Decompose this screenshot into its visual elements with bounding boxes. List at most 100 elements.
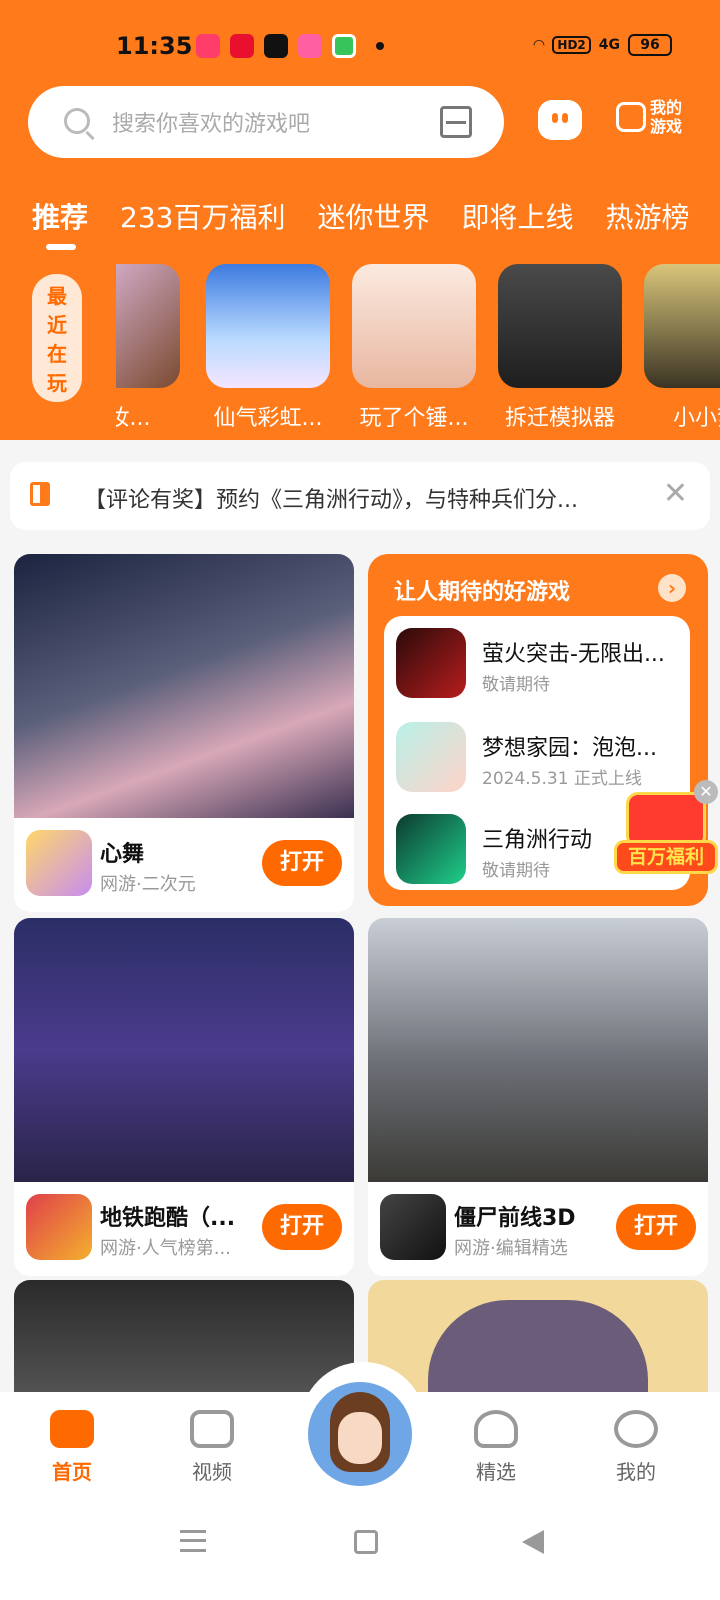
play-icon xyxy=(190,1410,234,1448)
wifi-icon: ◠ xyxy=(533,37,545,53)
gamepad-icon xyxy=(50,1410,94,1448)
signal-icon: 4G xyxy=(598,37,620,53)
game-title: 僵尸前线3D xyxy=(454,1206,576,1231)
game-card[interactable]: 僵尸前线3D 网游·编辑精选 打开 xyxy=(368,918,708,1276)
upcoming-name: 萤火突击-无限出... xyxy=(482,642,665,667)
game-subtitle: 网游·人气榜第... xyxy=(100,1238,231,1259)
game-cover-image xyxy=(368,918,708,1182)
game-card-partial[interactable] xyxy=(368,1280,708,1400)
bilibili-icon xyxy=(298,34,322,58)
welfare-label: 百万福利 xyxy=(614,840,718,874)
category-tabs: 推荐 233百万福利 迷你世界 即将上线 热游榜 xyxy=(32,196,690,250)
recent-item-name: 仙气彩虹... xyxy=(213,406,323,431)
my-games-button[interactable]: 我的游戏 xyxy=(616,98,686,136)
nav-video[interactable]: 视频 xyxy=(172,1410,252,1485)
upcoming-item[interactable]: 梦想家园：泡泡... 2024.5.31 正式上线 xyxy=(396,722,686,792)
open-button[interactable]: 打开 xyxy=(616,1204,696,1250)
chevron-right-icon[interactable]: › xyxy=(658,574,686,602)
tab-mini-world[interactable]: 迷你世界 xyxy=(317,196,429,236)
recent-played-label: 最近在玩 xyxy=(32,274,82,402)
hd-badge: HD2 xyxy=(552,36,591,54)
recent-item-name: 小小梦 xyxy=(672,406,720,431)
tab-welfare[interactable]: 233百万福利 xyxy=(120,196,285,236)
welfare-float-badge[interactable]: 百万福利 ✕ xyxy=(614,780,718,878)
smile-icon xyxy=(614,1410,658,1448)
open-button[interactable]: 打开 xyxy=(262,840,342,886)
my-games-label: 我的游戏 xyxy=(650,98,683,136)
status-time: 11:35 xyxy=(116,32,193,60)
battery-icon: 96 xyxy=(628,34,672,56)
header: 11:35 ◠ HD2 4G 96 搜索你喜欢的游戏吧 我的游戏 推荐 233百… xyxy=(0,0,720,440)
game-icon xyxy=(26,830,92,896)
status-right: ◠ HD2 4G 96 xyxy=(534,34,672,56)
scan-icon[interactable] xyxy=(440,106,472,138)
game-icon xyxy=(396,628,466,698)
game-subtitle: 网游·二次元 xyxy=(100,874,196,895)
search-icon xyxy=(64,108,90,134)
nav-mine[interactable]: 我的 xyxy=(596,1410,676,1485)
game-thumbnail xyxy=(116,264,180,388)
tab-upcoming[interactable]: 即将上线 xyxy=(461,196,573,236)
nav-label: 精选 xyxy=(476,1460,516,1484)
game-title: 地铁跑酷（... xyxy=(100,1206,236,1231)
tiktok-icon xyxy=(264,34,288,58)
speaker-icon xyxy=(30,482,50,506)
nav-label: 视频 xyxy=(192,1460,232,1484)
notification-icons xyxy=(196,34,384,58)
back-icon[interactable] xyxy=(522,1530,544,1554)
game-icon xyxy=(26,1194,92,1260)
recent-item[interactable]: 玩了个锤... xyxy=(352,264,476,432)
game-thumbnail xyxy=(644,264,720,388)
game-icon xyxy=(380,1194,446,1260)
message-icon[interactable] xyxy=(538,100,582,140)
search-placeholder: 搜索你喜欢的游戏吧 xyxy=(112,112,311,137)
game-title: 心舞 xyxy=(100,842,145,867)
recent-item[interactable]: 拆迁模拟器 xyxy=(498,264,622,432)
status-bar: 11:35 ◠ HD2 4G 96 xyxy=(0,28,720,68)
upcoming-name: 梦想家园：泡泡... xyxy=(482,736,657,761)
nav-label: 首页 xyxy=(52,1460,92,1484)
tab-recommend[interactable]: 推荐 xyxy=(32,196,88,250)
close-icon[interactable]: ✕ xyxy=(663,479,688,509)
recent-item-name: 化妆... xyxy=(116,406,151,431)
nav-home[interactable]: 首页 xyxy=(32,1410,112,1485)
search-input[interactable]: 搜索你喜欢的游戏吧 xyxy=(28,86,504,158)
home-icon[interactable] xyxy=(354,1530,378,1554)
recent-item[interactable]: 小小梦 xyxy=(644,264,720,432)
menu-line xyxy=(180,1539,206,1542)
player-app-icon xyxy=(332,34,356,58)
upcoming-status: 敬请期待 xyxy=(482,861,550,881)
heart-icon xyxy=(474,1410,518,1448)
game-cover-image xyxy=(14,918,354,1182)
cat-illustration xyxy=(428,1300,648,1400)
game-card[interactable]: 地铁跑酷（... 网游·人气榜第... 打开 xyxy=(14,918,354,1276)
notice-banner[interactable]: 【评论有奖】预约《三角洲行动》，与特种兵们分... ✕ xyxy=(10,462,710,530)
game-subtitle: 网游·编辑精选 xyxy=(454,1238,568,1259)
recent-item[interactable]: 仙气彩虹... xyxy=(206,264,330,432)
upcoming-item[interactable]: 萤火突击-无限出... 敬请期待 xyxy=(396,628,686,698)
recent-label-text: 最近在玩 xyxy=(47,284,67,395)
game-cover-image xyxy=(14,554,354,818)
recent-item-name: 拆迁模拟器 xyxy=(504,406,615,431)
game-thumbnail xyxy=(498,264,622,388)
close-icon[interactable]: ✕ xyxy=(694,780,718,804)
menu-icon[interactable] xyxy=(180,1530,206,1552)
game-card-partial[interactable] xyxy=(14,1280,354,1400)
gamepad-icon xyxy=(616,102,646,132)
video-app-icon xyxy=(196,34,220,58)
recent-played-list: 化妆... 仙气彩虹... 玩了个锤... 拆迁模拟器 小小梦 xyxy=(116,264,720,434)
nav-featured[interactable]: 精选 xyxy=(456,1410,536,1485)
avatar[interactable] xyxy=(304,1378,416,1490)
notice-text: 【评论有奖】预约《三角洲行动》，与特种兵们分... xyxy=(84,488,578,513)
tab-hot[interactable]: 热游榜 xyxy=(606,196,690,236)
open-button[interactable]: 打开 xyxy=(262,1204,342,1250)
game-thumbnail xyxy=(352,264,476,388)
panel-title: 让人期待的好游戏 xyxy=(394,580,571,605)
nav-label: 我的 xyxy=(616,1460,656,1484)
game-thumbnail xyxy=(206,264,330,388)
avatar-face xyxy=(338,1412,382,1464)
game-icon xyxy=(396,814,466,884)
game-card[interactable]: 心舞 网游·二次元 打开 xyxy=(14,554,354,912)
upcoming-status: 敬请期待 xyxy=(482,675,550,695)
recent-item[interactable]: 化妆... xyxy=(116,264,180,432)
